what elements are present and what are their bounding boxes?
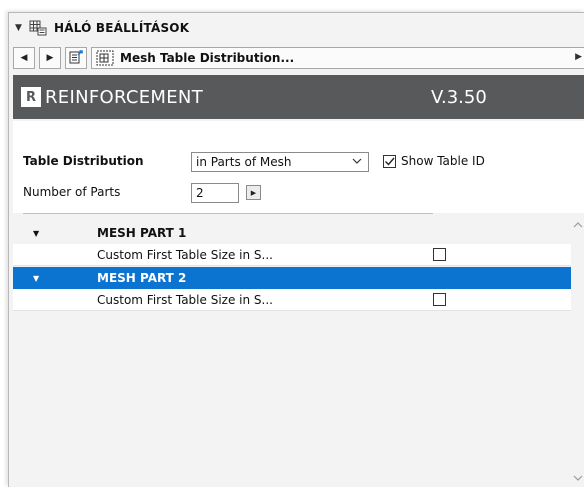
mesh-settings-icon [28, 19, 48, 37]
number-of-parts-input[interactable]: 2 [191, 183, 239, 203]
triangle-down-icon[interactable]: ▼ [33, 274, 39, 283]
mesh-parts-tree: ▼ MESH PART 1 Custom First Table Size in… [13, 219, 571, 487]
table-distribution-select[interactable]: in Parts of Mesh [191, 152, 369, 172]
show-table-id-checkbox[interactable] [383, 154, 396, 168]
chevron-down-icon [352, 154, 362, 171]
mesh-table-icon [94, 49, 116, 67]
number-of-parts-label: Number of Parts [23, 185, 121, 199]
back-button[interactable]: ◀ [13, 47, 35, 69]
triangle-right-icon[interactable]: ▶ [575, 52, 582, 62]
option-label: Custom First Table Size in S... [97, 292, 273, 307]
panel-titlebar[interactable]: ▼ HÁLÓ BEÁLLÍTÁSOK [9, 13, 584, 43]
tree-row-custom-first-table-size[interactable]: Custom First Table Size in S... [13, 244, 571, 266]
triangle-right-icon: ▶ [250, 188, 257, 197]
scroll-down-icon[interactable] [573, 474, 583, 485]
forward-button[interactable]: ▶ [39, 47, 61, 69]
tree-group-mesh-part-1[interactable]: ▼ MESH PART 1 [13, 222, 571, 244]
panel-title: HÁLÓ BEÁLLÍTÁSOK [54, 21, 190, 35]
option-label: Custom First Table Size in S... [97, 247, 273, 262]
show-table-id-toggle[interactable]: Show Table ID [383, 154, 485, 168]
group-label: MESH PART 2 [97, 271, 187, 285]
banner-title: REINFORCEMENT [45, 86, 203, 108]
number-of-parts-stepper[interactable]: ▶ [246, 185, 261, 200]
custom-first-table-size-checkbox[interactable] [433, 248, 446, 261]
triangle-right-icon: ▶ [46, 53, 54, 63]
show-table-id-label: Show Table ID [401, 154, 485, 168]
page-title-label: Mesh Table Distribution... [120, 51, 295, 65]
version-label: V.3.50 [431, 86, 487, 108]
settings-form: Table Distribution in Parts of Mesh Show… [13, 121, 584, 213]
settings-panel: ▼ HÁLÓ BEÁLLÍTÁSOK ◀ ▶ Mesh Table Distri… [8, 12, 584, 487]
table-distribution-label: Table Distribution [23, 154, 144, 168]
triangle-left-icon: ◀ [20, 53, 28, 63]
triangle-down-icon[interactable]: ▼ [15, 23, 25, 33]
number-of-parts-value: 2 [196, 186, 204, 200]
plugin-banner: R REINFORCEMENT V.3.50 [13, 75, 584, 119]
navigation-bar: ◀ ▶ Mesh Table Distribution... ▶ [13, 45, 584, 71]
reinforcement-logo: R [21, 87, 41, 107]
export-button[interactable] [65, 47, 87, 69]
divider [23, 213, 433, 214]
tree-group-mesh-part-2[interactable]: ▼ MESH PART 2 [13, 267, 571, 289]
page-selector[interactable]: Mesh Table Distribution... ▶ [91, 47, 584, 69]
document-arrow-icon [68, 49, 84, 68]
group-label: MESH PART 1 [97, 226, 187, 240]
tree-row-custom-first-table-size[interactable]: Custom First Table Size in S... [13, 289, 571, 311]
custom-first-table-size-checkbox[interactable] [433, 293, 446, 306]
scroll-up-icon[interactable] [573, 221, 583, 232]
tree-scrollbar[interactable] [571, 219, 584, 487]
table-distribution-value: in Parts of Mesh [196, 155, 292, 169]
triangle-down-icon[interactable]: ▼ [33, 229, 39, 238]
